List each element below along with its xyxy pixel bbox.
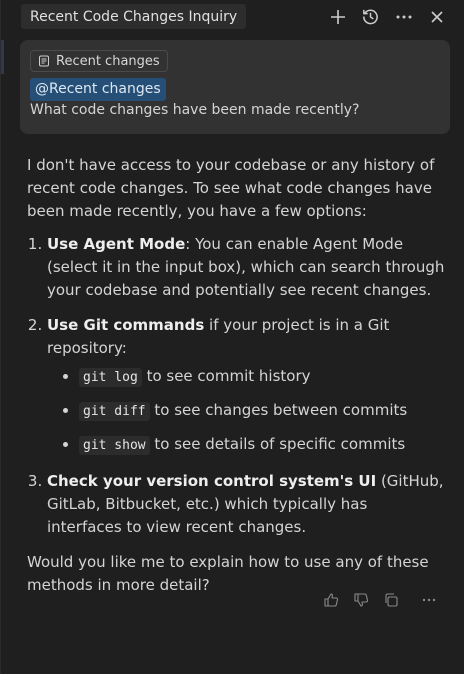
new-chat-button[interactable] [326,5,349,28]
thumbs-down-icon [354,593,369,607]
context-chip[interactable]: Recent changes [30,50,168,72]
options-list: Use Agent Mode: You can enable Agent Mod… [27,233,445,539]
history-button[interactable] [359,5,382,28]
thumbs-up-icon [324,593,339,607]
copy-button[interactable] [380,589,402,611]
list-item: git log to see commit history [79,364,445,390]
list-item: Use Agent Mode: You can enable Agent Mod… [47,233,445,302]
history-icon [363,9,378,25]
code-snippet: git diff [79,402,150,421]
thumbs-down-button[interactable] [350,589,372,611]
chat-header: Recent Code Changes Inquiry [1,0,464,34]
thumbs-up-button[interactable] [320,589,342,611]
copy-icon [385,593,398,607]
mention-tag[interactable]: @Recent changes [30,78,166,101]
list-item: git show to see details of specific comm… [79,432,445,458]
query-text: What code changes have been made recentl… [30,102,360,118]
assistant-response: I don't have access to your codebase or … [27,154,445,597]
code-snippet: git log [79,368,142,387]
ellipsis-icon [396,15,411,18]
plus-icon [330,9,345,24]
response-more-button[interactable] [418,589,440,611]
chat-title[interactable]: Recent Code Changes Inquiry [21,4,247,29]
list-item: Use Git commands if your project is in a… [47,314,445,458]
close-icon [430,10,443,23]
ellipsis-icon [422,598,436,602]
response-intro: I don't have access to your codebase or … [27,156,435,220]
code-snippet: git show [79,436,150,455]
chat-panel: Recent Code Changes Inquiry Recent chang… [0,0,464,674]
selection-indicator [1,40,4,74]
header-actions [326,5,448,28]
git-commands-list: git log to see commit history git diff t… [47,364,445,458]
more-button[interactable] [392,5,415,28]
context-icon [39,55,49,67]
context-chip-label: Recent changes [56,53,160,69]
user-query-card: Recent changes @Recent changes What code… [20,40,450,134]
feedback-bar [320,589,440,611]
list-item: git diff to see changes between commits [79,398,445,424]
list-item: Check your version control system's UI (… [47,470,445,539]
close-button[interactable] [425,5,448,28]
